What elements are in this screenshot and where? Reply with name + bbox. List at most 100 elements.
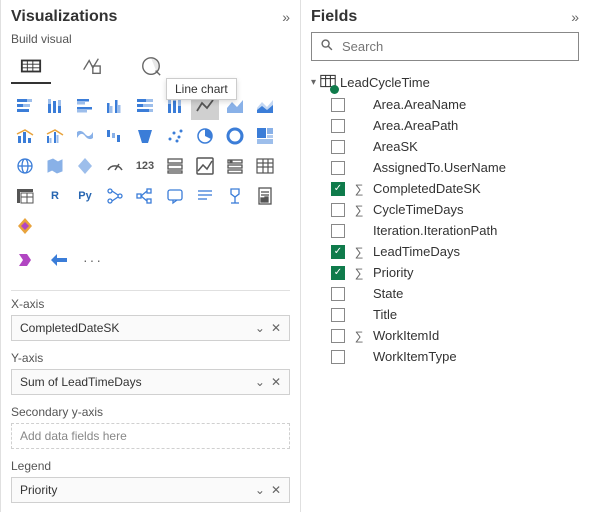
checkbox[interactable]	[331, 266, 345, 280]
clustered-column-icon[interactable]	[101, 92, 129, 120]
checkbox[interactable]	[331, 329, 345, 343]
checkbox[interactable]	[331, 140, 345, 154]
field-item[interactable]: Iteration.IterationPath	[331, 220, 579, 241]
search-icon	[320, 38, 334, 55]
stacked-area-icon[interactable]	[251, 92, 279, 120]
pie-icon[interactable]	[191, 122, 219, 150]
checkbox[interactable]	[331, 350, 345, 364]
field-item[interactable]: AssignedTo.UserName	[331, 157, 579, 178]
field-name: Priority	[373, 265, 413, 280]
field-item[interactable]: ∑LeadTimeDays	[331, 241, 579, 262]
azure-map-icon[interactable]	[71, 152, 99, 180]
funnel-icon[interactable]	[131, 122, 159, 150]
smart-narrative-icon[interactable]	[191, 182, 219, 210]
sigma-icon: ∑	[353, 266, 365, 280]
remove-icon[interactable]: ✕	[271, 483, 281, 497]
key-influencers-icon[interactable]	[101, 182, 129, 210]
field-item[interactable]: ∑ Priority	[331, 262, 579, 283]
remove-icon[interactable]: ✕	[271, 321, 281, 335]
checkbox[interactable]	[331, 287, 345, 301]
divider	[11, 290, 290, 291]
scatter-icon[interactable]	[161, 122, 189, 150]
gauge-icon[interactable]	[101, 152, 129, 180]
viz-subtitle: Build visual	[11, 32, 290, 46]
sigma-icon: ∑	[353, 245, 365, 259]
field-item[interactable]: ∑CycleTimeDays	[331, 199, 579, 220]
field-name: CompletedDateSK	[373, 181, 481, 196]
line-clustered-column-icon[interactable]	[41, 122, 69, 150]
py-visual-icon[interactable]: Py	[71, 182, 99, 210]
card-icon[interactable]: 123	[131, 152, 159, 180]
table-node[interactable]: ▾ LeadCycleTime	[311, 71, 579, 94]
search-input[interactable]	[338, 37, 570, 56]
matrix-icon[interactable]	[11, 182, 39, 210]
checkbox[interactable]	[331, 203, 345, 217]
chevron-down-icon[interactable]: ⌄	[255, 483, 265, 497]
search-box[interactable]	[311, 32, 579, 61]
checkbox[interactable]	[331, 308, 345, 322]
more-options-icon[interactable]: ···	[79, 252, 107, 268]
field-item[interactable]: ∑WorkItemId	[331, 325, 579, 346]
get-more-visuals-icon[interactable]	[45, 246, 73, 274]
table-icon[interactable]	[251, 152, 279, 180]
visualizations-panel: Visualizations » Build visual Line chart	[0, 0, 300, 512]
checkbox[interactable]	[331, 98, 345, 112]
field-item[interactable]: Title	[331, 304, 579, 325]
treemap-icon[interactable]	[251, 122, 279, 150]
checkbox[interactable]	[331, 224, 345, 238]
collapse-viz-icon[interactable]: »	[282, 9, 290, 25]
power-apps-icon[interactable]	[11, 212, 39, 240]
field-item[interactable]: AreaSK	[331, 136, 579, 157]
qa-icon[interactable]	[161, 182, 189, 210]
stacked-bar-100-icon[interactable]	[131, 92, 159, 120]
field-item[interactable]: ∑ CompletedDateSK	[331, 178, 579, 199]
paginated-report-icon[interactable]	[251, 182, 279, 210]
filled-map-icon[interactable]	[41, 152, 69, 180]
checkbox[interactable]	[331, 182, 345, 196]
stacked-bar-icon[interactable]	[11, 92, 39, 120]
xaxis-well[interactable]: CompletedDateSK ⌄ ✕	[11, 315, 290, 341]
chevron-down-icon[interactable]: ⌄	[255, 321, 265, 335]
field-item[interactable]: State	[331, 283, 579, 304]
line-stacked-column-icon[interactable]	[11, 122, 39, 150]
format-tab[interactable]	[71, 50, 111, 84]
field-name: Area.AreaPath	[373, 118, 458, 133]
stacked-column-icon[interactable]	[41, 92, 69, 120]
field-item[interactable]: Area.AreaPath	[331, 115, 579, 136]
field-name: CycleTimeDays	[373, 202, 464, 217]
multi-row-card-icon[interactable]	[161, 152, 189, 180]
table-name: LeadCycleTime	[340, 75, 430, 90]
collapse-fields-icon[interactable]: »	[571, 9, 579, 25]
field-item[interactable]: Area.AreaName	[331, 94, 579, 115]
field-name: WorkItemType	[373, 349, 457, 364]
kpi-icon[interactable]	[191, 152, 219, 180]
expand-icon[interactable]: ▾	[311, 77, 316, 88]
waterfall-icon[interactable]	[101, 122, 129, 150]
analytics-tab[interactable]	[131, 50, 171, 84]
ribbon-chart-icon[interactable]	[71, 122, 99, 150]
r-visual-icon[interactable]: R	[41, 182, 69, 210]
map-icon[interactable]	[11, 152, 39, 180]
secondary-yaxis-well[interactable]: Add data fields here	[11, 423, 290, 449]
field-name: Area.AreaName	[373, 97, 466, 112]
viz-gallery: 123 R Py	[11, 92, 290, 240]
slicer-icon[interactable]	[221, 152, 249, 180]
field-item[interactable]: WorkItemType	[331, 346, 579, 367]
goals-icon[interactable]	[221, 182, 249, 210]
clustered-bar-icon[interactable]	[71, 92, 99, 120]
power-automate-icon[interactable]	[11, 246, 39, 274]
checkbox[interactable]	[331, 161, 345, 175]
build-tab[interactable]	[11, 50, 51, 84]
sigma-icon: ∑	[353, 182, 365, 196]
checkbox[interactable]	[331, 245, 345, 259]
chevron-down-icon[interactable]: ⌄	[255, 375, 265, 389]
decomposition-tree-icon[interactable]	[131, 182, 159, 210]
donut-icon[interactable]	[221, 122, 249, 150]
field-name: Iteration.IterationPath	[373, 223, 497, 238]
legend-section: Legend Priority ⌄ ✕	[11, 459, 290, 503]
legend-well[interactable]: Priority ⌄ ✕	[11, 477, 290, 503]
remove-icon[interactable]: ✕	[271, 375, 281, 389]
viz-title: Visualizations	[11, 8, 117, 26]
yaxis-well[interactable]: Sum of LeadTimeDays ⌄ ✕	[11, 369, 290, 395]
checkbox[interactable]	[331, 119, 345, 133]
